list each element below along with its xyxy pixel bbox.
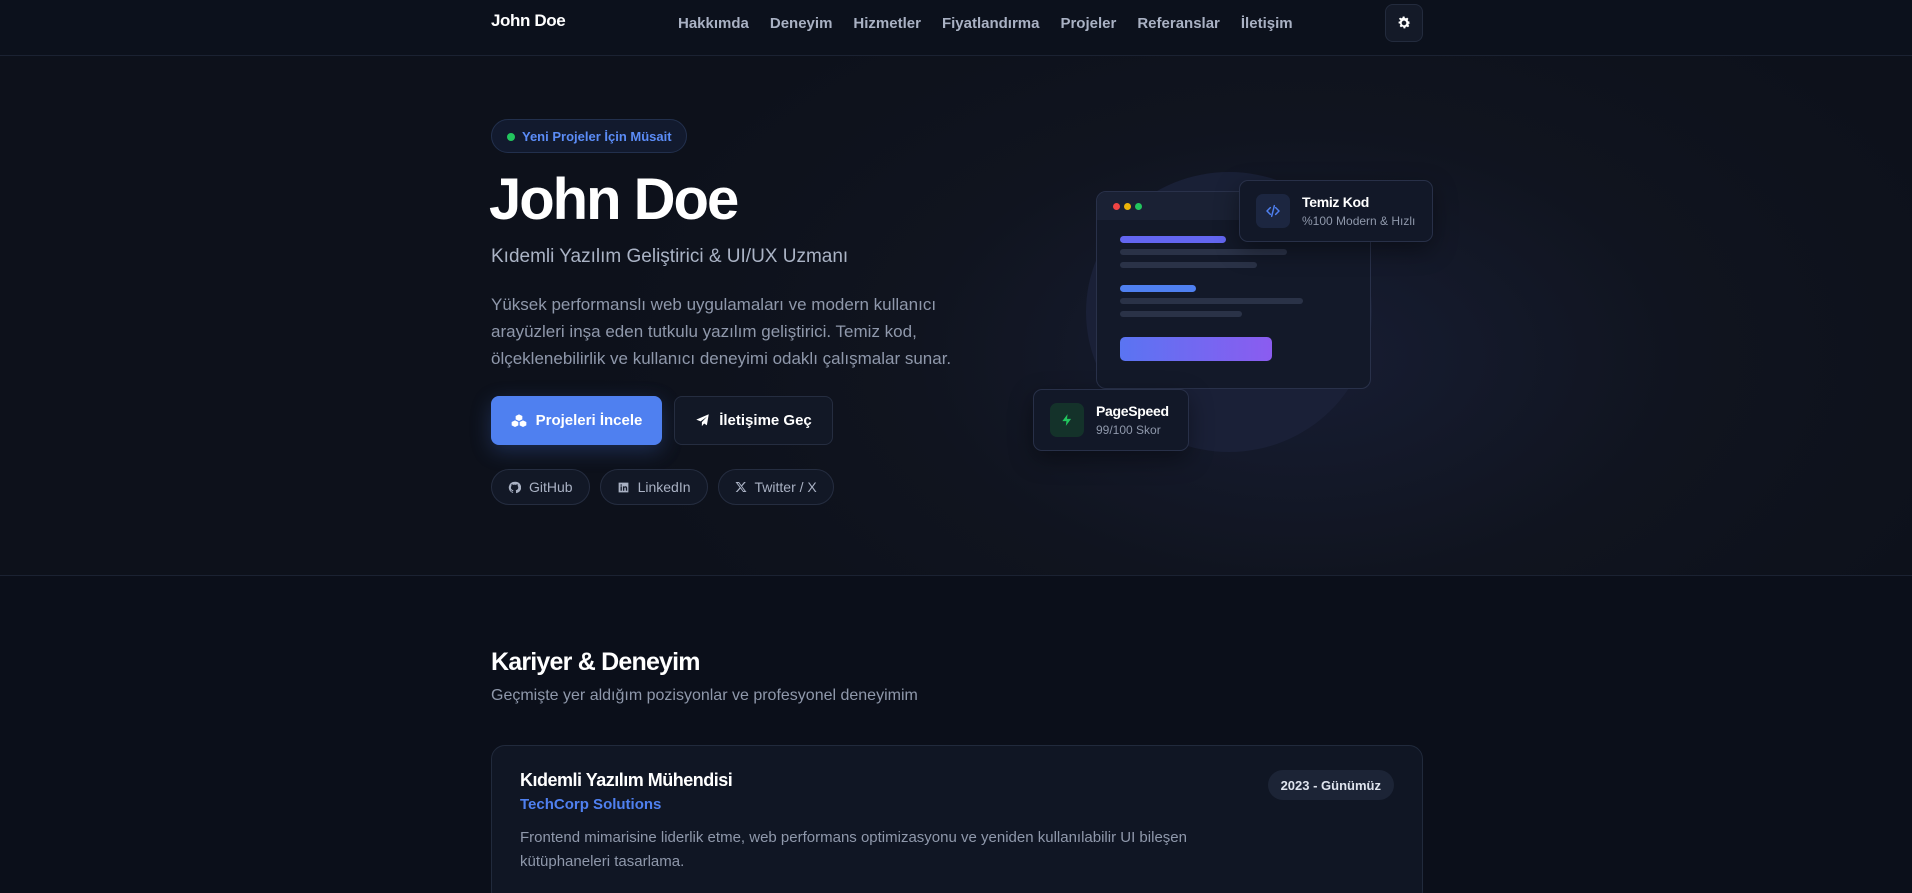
x-twitter-icon xyxy=(735,482,747,492)
nav-links: Hakkımda Deneyim Hizmetler Fiyatlandırma… xyxy=(678,15,1293,32)
pagespeed-card: PageSpeed 99/100 Skor xyxy=(1033,389,1189,451)
linkedin-icon xyxy=(618,482,628,492)
top-navbar: John Doe Hakkımda Deneyim Hizmetler Fiya… xyxy=(0,0,1912,56)
clean-code-subtitle: %100 Modern & Hızlı xyxy=(1302,214,1416,228)
cubes-icon xyxy=(511,413,526,427)
twitter-link[interactable]: Twitter / X xyxy=(717,469,834,505)
pagespeed-subtitle: 99/100 Skor xyxy=(1096,423,1161,437)
code-line xyxy=(1120,311,1242,317)
theme-toggle-button[interactable] xyxy=(1385,4,1423,42)
green-dot-icon xyxy=(1135,203,1142,210)
code-line xyxy=(1120,298,1303,304)
hero-description: Yüksek performanslı web uygulamaları ve … xyxy=(491,295,952,368)
pagespeed-title: PageSpeed xyxy=(1096,403,1169,419)
hero-subtitle: Kıdemli Yazılım Geliştirici & UI/UX Uzma… xyxy=(491,246,849,267)
illustration-button xyxy=(1120,337,1272,361)
github-label: GitHub xyxy=(529,479,573,495)
nav-link-hakkimda[interactable]: Hakkımda xyxy=(678,15,749,32)
clean-code-card: Temiz Kod %100 Modern & Hızlı xyxy=(1239,180,1433,242)
paper-plane-icon xyxy=(696,414,709,427)
social-links: GitHub LinkedIn Twitter / X xyxy=(491,469,834,505)
linkedin-link[interactable]: LinkedIn xyxy=(599,469,708,505)
view-projects-label: Projeleri İncele xyxy=(535,412,643,429)
view-projects-button[interactable]: Projeleri İncele xyxy=(491,396,662,445)
experience-role: Kıdemli Yazılım Mühendisi xyxy=(520,770,733,790)
nav-link-fiyatlandirma[interactable]: Fiyatlandırma xyxy=(942,15,1040,32)
code-line xyxy=(1120,285,1196,292)
bolt-icon xyxy=(1050,403,1084,437)
twitter-label: Twitter / X xyxy=(754,479,817,495)
red-dot-icon xyxy=(1113,203,1120,210)
experience-date-badge: 2023 - Günümüz xyxy=(1267,770,1394,800)
nav-link-hizmetler[interactable]: Hizmetler xyxy=(853,15,921,32)
clean-code-title: Temiz Kod xyxy=(1302,194,1370,210)
availability-badge: Yeni Projeler İçin Müsait xyxy=(491,119,687,153)
experience-card: Kıdemli Yazılım Mühendisi TechCorp Solut… xyxy=(491,745,1423,893)
code-line xyxy=(1120,262,1257,268)
contact-button[interactable]: İletişime Geç xyxy=(674,396,833,445)
github-link[interactable]: GitHub xyxy=(491,469,590,505)
linkedin-label: LinkedIn xyxy=(637,479,691,495)
nav-link-iletisim[interactable]: İletişim xyxy=(1241,15,1293,32)
hero-section: Yeni Projeler İçin Müsait John Doe Kıdem… xyxy=(0,56,1912,576)
availability-badge-label: Yeni Projeler İçin Müsait xyxy=(522,128,672,144)
hero-title: John Doe xyxy=(489,167,739,232)
contact-label: İletişime Geç xyxy=(719,412,812,429)
code-line xyxy=(1120,249,1287,255)
experience-section-subtitle: Geçmişte yer aldığım pozisyonlar ve prof… xyxy=(491,687,918,704)
nav-link-referanslar[interactable]: Referanslar xyxy=(1137,15,1220,32)
gear-icon xyxy=(1398,16,1411,29)
github-icon xyxy=(508,481,521,493)
nav-link-deneyim[interactable]: Deneyim xyxy=(770,15,833,32)
status-dot-icon xyxy=(507,133,515,141)
code-icon xyxy=(1256,194,1290,228)
experience-description: Frontend mimarisine liderlik etme, web p… xyxy=(520,829,1187,870)
experience-company: TechCorp Solutions xyxy=(520,796,662,813)
brand-logo[interactable]: John Doe xyxy=(491,11,566,31)
portfolio-page: John Doe Hakkımda Deneyim Hizmetler Fiya… xyxy=(0,0,1912,893)
nav-link-projeler[interactable]: Projeler xyxy=(1060,15,1116,32)
code-line xyxy=(1120,236,1226,243)
yellow-dot-icon xyxy=(1124,203,1131,210)
experience-section-title: Kariyer & Deneyim xyxy=(491,648,701,676)
